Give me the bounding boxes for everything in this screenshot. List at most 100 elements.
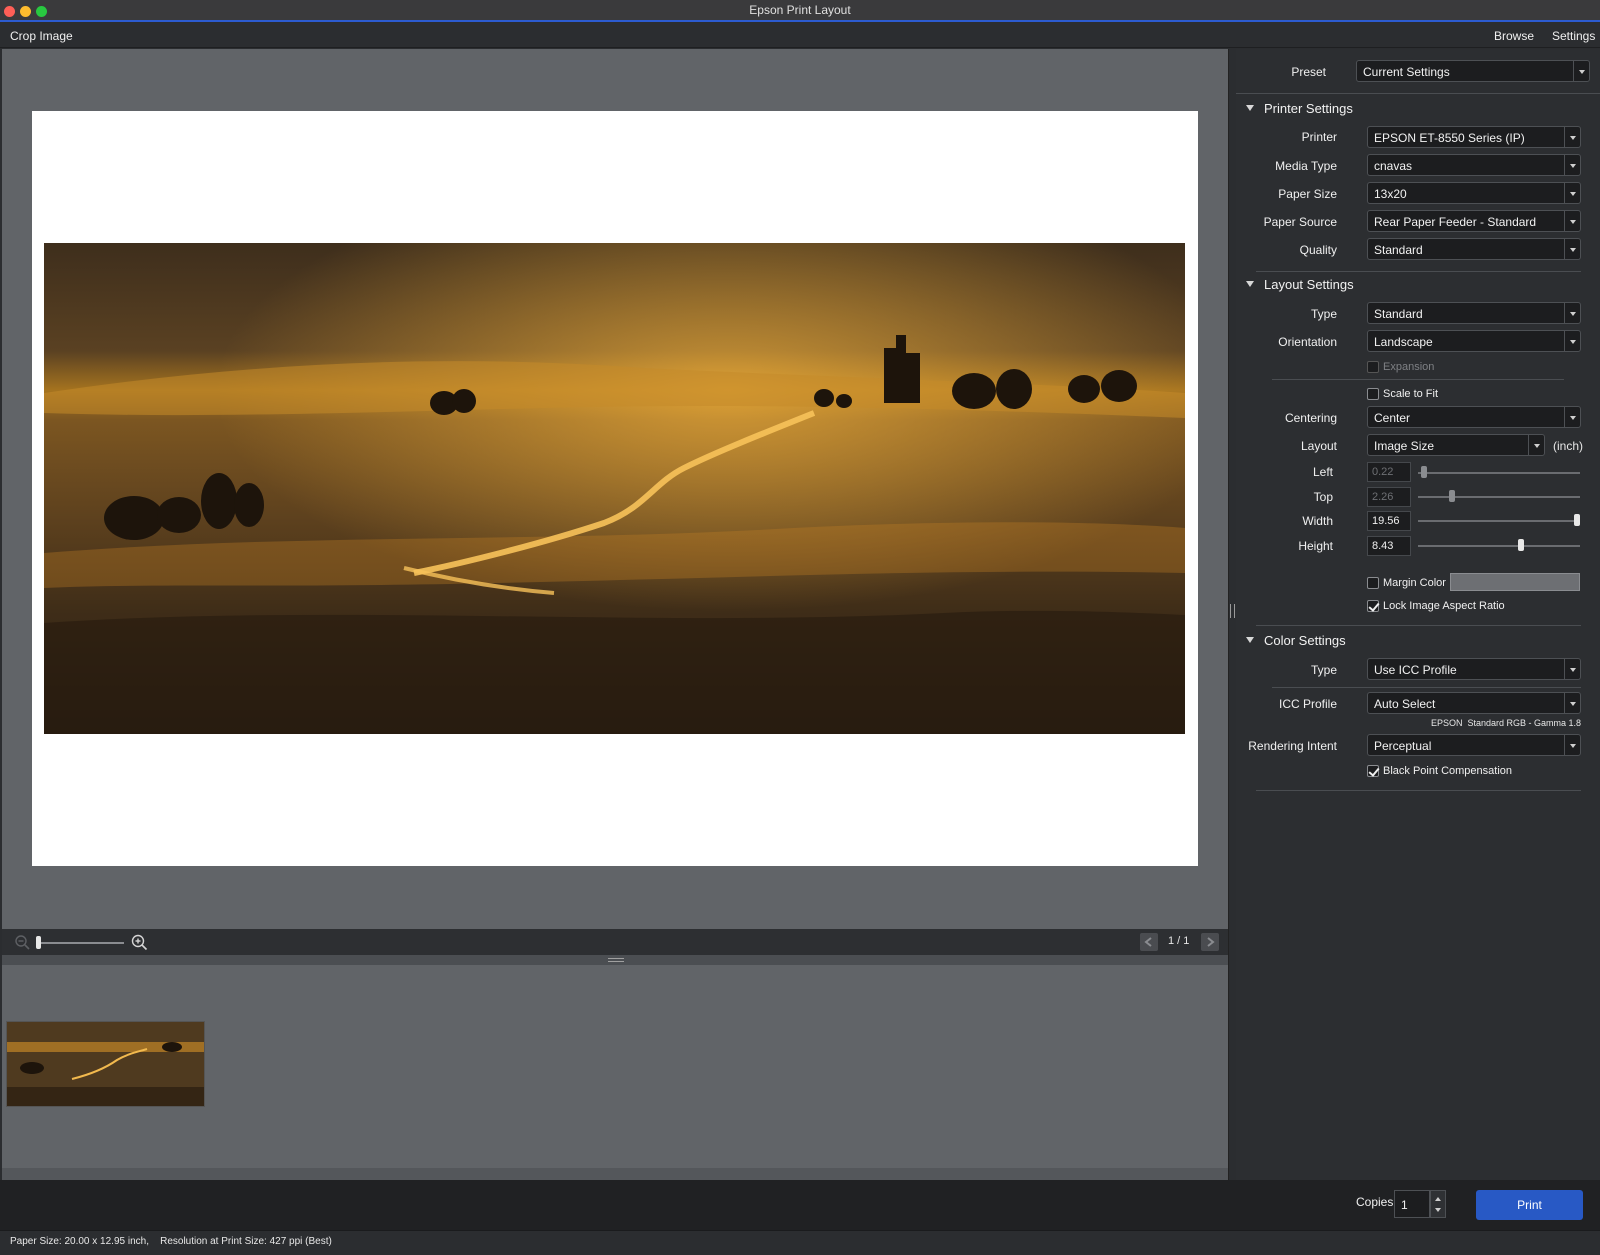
icc-profile-select[interactable]: Auto Select bbox=[1367, 692, 1581, 714]
media-type-select[interactable]: cnavas bbox=[1367, 154, 1581, 176]
zoom-in-icon[interactable] bbox=[130, 933, 148, 951]
margin-color-checkbox[interactable] bbox=[1367, 577, 1379, 589]
height-slider-track[interactable] bbox=[1418, 545, 1580, 547]
splitter-grip-icon bbox=[608, 958, 624, 962]
divider bbox=[1272, 687, 1581, 688]
preset-value: Current Settings bbox=[1363, 65, 1450, 79]
paper-source-select[interactable]: Rear Paper Feeder - Standard bbox=[1367, 210, 1581, 232]
layout-type-label: Type bbox=[1310, 307, 1337, 321]
bottom-bar: Copies 1 Print bbox=[0, 1180, 1600, 1230]
width-slider-track[interactable] bbox=[1418, 520, 1580, 522]
height-slider-thumb[interactable] bbox=[1517, 539, 1524, 551]
page-indicator: 1 / 1 bbox=[1168, 935, 1190, 947]
quality-value: Standard bbox=[1374, 243, 1423, 257]
paper-sheet bbox=[32, 111, 1198, 866]
printer-settings-header[interactable]: Printer Settings bbox=[1246, 101, 1353, 116]
disclosure-triangle-icon bbox=[1246, 637, 1254, 643]
preview-image[interactable] bbox=[44, 243, 1185, 734]
left-slider-thumb[interactable] bbox=[1421, 466, 1428, 478]
arrow-right-icon bbox=[1207, 937, 1215, 947]
disclosure-triangle-icon bbox=[1246, 281, 1254, 287]
rendering-intent-select[interactable]: Perceptual bbox=[1367, 734, 1581, 756]
chevron-down-icon bbox=[1564, 407, 1580, 427]
icc-profile-value: Auto Select bbox=[1374, 697, 1436, 711]
zoom-slider-track[interactable] bbox=[38, 942, 124, 944]
status-text: Paper Size: 20.00 x 12.95 inch, Resoluti… bbox=[10, 1236, 332, 1247]
layout-settings-header[interactable]: Layout Settings bbox=[1246, 277, 1354, 292]
black-point-checkbox[interactable] bbox=[1367, 765, 1379, 777]
menu-bar: Crop Image Browse Settings bbox=[0, 24, 1600, 48]
color-type-label: Type bbox=[1310, 663, 1337, 677]
preset-select[interactable]: Current Settings bbox=[1356, 60, 1590, 82]
settings-button[interactable]: Settings bbox=[1552, 29, 1595, 43]
paper-source-value: Rear Paper Feeder - Standard bbox=[1374, 215, 1537, 229]
chevron-down-icon bbox=[1564, 211, 1580, 231]
layout-type-value: Standard bbox=[1374, 307, 1423, 321]
printer-settings-title: Printer Settings bbox=[1264, 101, 1353, 116]
divider bbox=[1272, 379, 1564, 380]
color-type-select[interactable]: Use ICC Profile bbox=[1367, 658, 1581, 680]
copies-input[interactable]: 1 bbox=[1394, 1190, 1430, 1218]
top-slider-track[interactable] bbox=[1418, 496, 1580, 498]
height-label: Height bbox=[1298, 539, 1333, 553]
stepper-down-icon[interactable] bbox=[1435, 1208, 1441, 1212]
horizontal-splitter[interactable] bbox=[2, 955, 1228, 965]
thumbnail-strip bbox=[2, 965, 1228, 1168]
chevron-down-icon bbox=[1564, 303, 1580, 323]
left-input[interactable]: 0.22 bbox=[1367, 462, 1411, 482]
expansion-checkbox[interactable] bbox=[1367, 361, 1379, 373]
color-settings-header[interactable]: Color Settings bbox=[1246, 633, 1346, 648]
expansion-label: Expansion bbox=[1383, 361, 1435, 373]
media-type-label: Media Type bbox=[1275, 159, 1337, 173]
scale-to-fit-checkbox[interactable] bbox=[1367, 388, 1379, 400]
paper-size-value: 13x20 bbox=[1374, 187, 1407, 201]
top-slider-thumb[interactable] bbox=[1449, 490, 1456, 502]
lock-aspect-label: Lock Image Aspect Ratio bbox=[1383, 600, 1505, 612]
quality-select[interactable]: Standard bbox=[1367, 238, 1581, 260]
settings-panel: Preset Current Settings Printer Settings… bbox=[1236, 49, 1600, 1180]
zoom-out-icon[interactable] bbox=[14, 934, 30, 950]
width-slider-thumb[interactable] bbox=[1574, 514, 1580, 526]
print-button[interactable]: Print bbox=[1476, 1190, 1583, 1220]
layout-select[interactable]: Image Size bbox=[1367, 434, 1545, 456]
chevron-down-icon bbox=[1528, 435, 1544, 455]
width-label: Width bbox=[1302, 514, 1333, 528]
thumbnail-scrollbar[interactable] bbox=[2, 1168, 1228, 1180]
scale-to-fit-label: Scale to Fit bbox=[1383, 388, 1439, 400]
divider bbox=[1256, 625, 1581, 626]
chevron-down-icon bbox=[1564, 127, 1580, 147]
printer-label: Printer bbox=[1301, 130, 1337, 144]
crop-image-button[interactable]: Crop Image bbox=[10, 29, 73, 43]
margin-color-swatch[interactable] bbox=[1450, 573, 1580, 591]
lock-aspect-checkbox[interactable] bbox=[1367, 600, 1379, 612]
top-input[interactable]: 2.26 bbox=[1367, 487, 1411, 507]
height-input[interactable]: 8.43 bbox=[1367, 536, 1411, 556]
paper-size-select[interactable]: 13x20 bbox=[1367, 182, 1581, 204]
divider bbox=[1236, 93, 1600, 94]
printer-value: EPSON ET-8550 Series (IP) bbox=[1374, 131, 1525, 145]
left-slider-track[interactable] bbox=[1418, 472, 1580, 474]
chevron-down-icon bbox=[1564, 735, 1580, 755]
orientation-label: Orientation bbox=[1278, 335, 1337, 349]
layout-label: Layout bbox=[1300, 439, 1337, 453]
splitter-grip-icon bbox=[1230, 604, 1235, 618]
centering-select[interactable]: Center bbox=[1367, 406, 1581, 428]
chevron-down-icon bbox=[1564, 659, 1580, 679]
browse-button[interactable]: Browse bbox=[1494, 29, 1534, 43]
thumbnail-item[interactable] bbox=[6, 1021, 205, 1107]
layout-value: Image Size bbox=[1374, 439, 1435, 453]
orientation-value: Landscape bbox=[1374, 335, 1433, 349]
stepper-up-icon[interactable] bbox=[1435, 1197, 1441, 1201]
copies-stepper[interactable] bbox=[1430, 1190, 1446, 1218]
layout-settings-title: Layout Settings bbox=[1264, 277, 1354, 292]
chevron-down-icon bbox=[1564, 331, 1580, 351]
divider bbox=[1256, 271, 1581, 272]
layout-type-select[interactable]: Standard bbox=[1367, 302, 1581, 324]
next-page-button[interactable] bbox=[1201, 933, 1219, 951]
zoom-slider-thumb[interactable] bbox=[36, 936, 41, 949]
centering-label: Centering bbox=[1284, 411, 1337, 425]
printer-select[interactable]: EPSON ET-8550 Series (IP) bbox=[1367, 126, 1581, 148]
orientation-select[interactable]: Landscape bbox=[1367, 330, 1581, 352]
previous-page-button[interactable] bbox=[1140, 933, 1158, 951]
width-input[interactable]: 19.56 bbox=[1367, 511, 1411, 531]
